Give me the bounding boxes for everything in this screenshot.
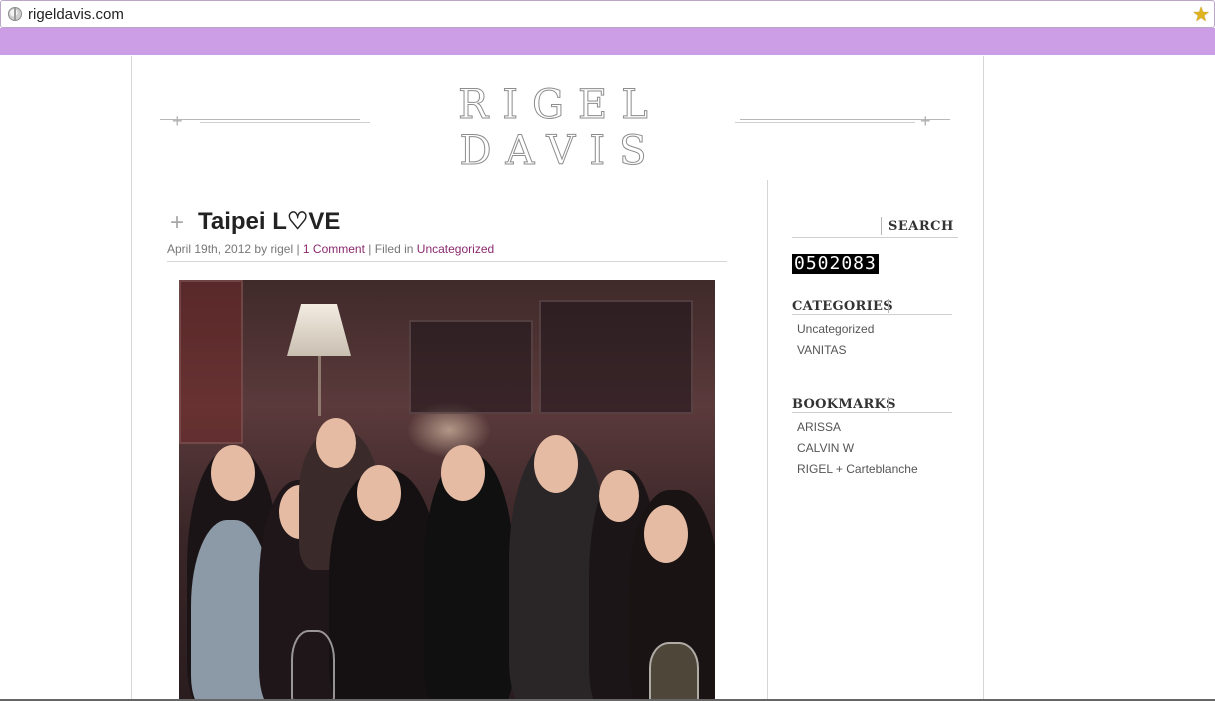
page-container: + RIGEL DAVIS + + Taipei L♡VE April 19th… bbox=[131, 56, 984, 701]
category-item-uncategorized[interactable]: Uncategorized bbox=[797, 322, 874, 336]
sidebar-divider bbox=[767, 180, 768, 701]
plus-icon[interactable]: + bbox=[170, 210, 184, 236]
search-divider bbox=[792, 237, 958, 238]
visitor-counter: 0502083 bbox=[792, 253, 879, 274]
url-text[interactable]: rigeldavis.com bbox=[28, 6, 124, 23]
comments-link[interactable]: 1 Comment bbox=[303, 242, 365, 256]
bookmarks-heading: BOOKMARKS bbox=[792, 397, 896, 412]
post-by: by bbox=[254, 242, 268, 256]
bookmark-item-calvin-w[interactable]: CALVIN W bbox=[797, 441, 854, 455]
categories-heading: CATEGORIES bbox=[792, 299, 893, 314]
post-meta: April 19th, 2012 by rigel | 1 Comment | … bbox=[167, 242, 495, 256]
post-author: rigel bbox=[270, 242, 294, 256]
star-icon[interactable]: ★ bbox=[1192, 2, 1210, 27]
post-date: April 19th, 2012 bbox=[167, 242, 252, 256]
wine-glass bbox=[291, 630, 335, 701]
bookmark-item-arissa[interactable]: ARISSA bbox=[797, 420, 841, 434]
category-link[interactable]: Uncategorized bbox=[417, 242, 494, 256]
category-item-vanitas[interactable]: VANITAS bbox=[797, 343, 847, 357]
post-photo[interactable] bbox=[179, 280, 715, 701]
site-logo[interactable]: + RIGEL DAVIS + bbox=[160, 78, 956, 175]
logo-right-ornament: + bbox=[920, 111, 931, 131]
purple-banner bbox=[0, 28, 1215, 55]
filed-in-text: Filed in bbox=[374, 242, 414, 256]
meta-divider bbox=[167, 261, 727, 262]
logo-left-ornament: + bbox=[172, 111, 183, 131]
lamp-shade bbox=[287, 304, 351, 356]
globe-icon bbox=[8, 7, 22, 21]
bookmark-item-rigel-carteblanche[interactable]: RIGEL + Carteblanche bbox=[797, 462, 918, 476]
post-title[interactable]: Taipei L♡VE bbox=[198, 207, 340, 236]
logo-text: RIGEL DAVIS bbox=[458, 82, 662, 175]
search-heading[interactable]: SEARCH bbox=[888, 219, 954, 234]
address-bar[interactable]: rigeldavis.com ★ bbox=[0, 0, 1215, 28]
wine-glass bbox=[649, 642, 699, 701]
